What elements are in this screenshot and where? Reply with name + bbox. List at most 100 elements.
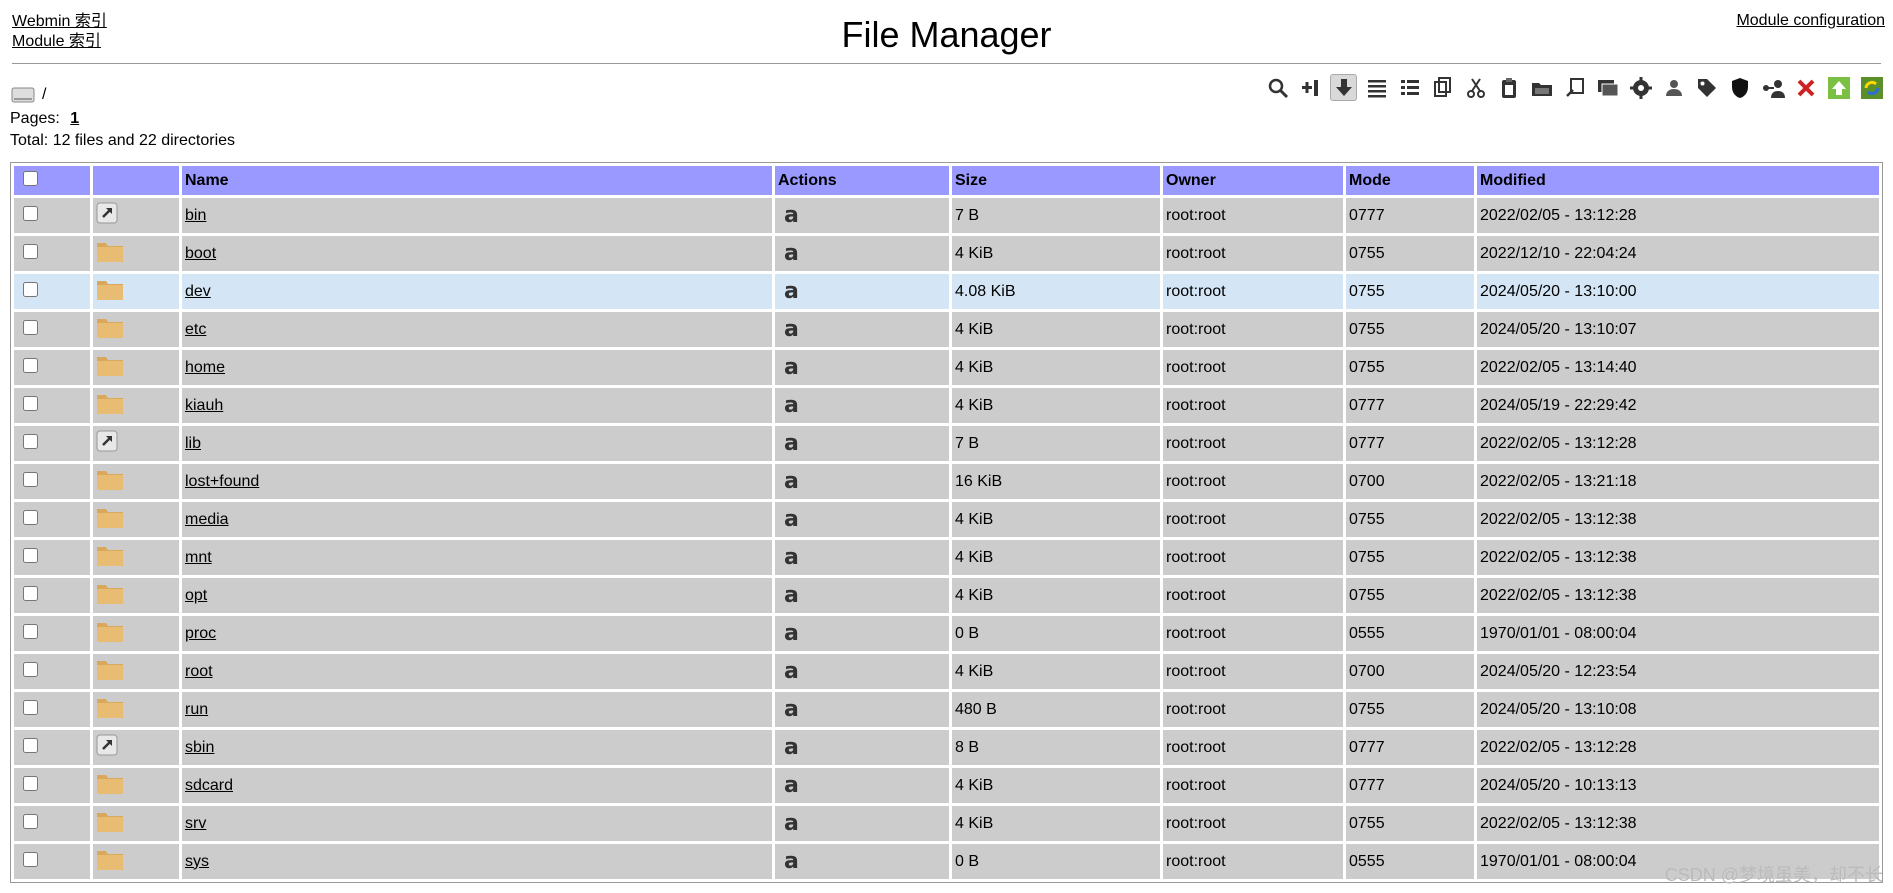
- rename-action-icon[interactable]: a: [784, 546, 799, 569]
- settings-icon[interactable]: [1627, 74, 1654, 101]
- owner-header[interactable]: Owner: [1163, 166, 1343, 195]
- terminal-icon[interactable]: [1594, 74, 1621, 101]
- symlink-icon[interactable]: [96, 202, 118, 224]
- folder-icon[interactable]: [96, 467, 124, 491]
- table-row[interactable]: etc a 4 KiB root:root 0755 2024/05/20 - 13:10…: [14, 312, 1879, 347]
- rename-action-icon[interactable]: a: [784, 508, 799, 531]
- rename-action-icon[interactable]: a: [784, 394, 799, 417]
- file-name-link[interactable]: home: [185, 359, 225, 376]
- drive-icon[interactable]: [10, 82, 36, 108]
- row-checkbox[interactable]: [23, 433, 38, 449]
- folder-icon[interactable]: [96, 505, 124, 529]
- folder-icon[interactable]: [96, 315, 124, 339]
- folder-icon[interactable]: [96, 809, 124, 833]
- table-row[interactable]: bin a 7 Broot:root 0777 2022/02/05 - 13:12:2…: [14, 198, 1879, 233]
- row-checkbox[interactable]: [23, 471, 38, 487]
- folder-icon[interactable]: [96, 277, 124, 301]
- select-all-checkbox[interactable]: [23, 170, 38, 186]
- cut-icon[interactable]: [1462, 74, 1489, 101]
- rename-action-icon[interactable]: a: [784, 242, 799, 265]
- upload-icon[interactable]: [1825, 74, 1852, 101]
- rename-action-icon[interactable]: a: [784, 470, 799, 493]
- table-row[interactable]: boot a 4 KiB root:root 0755 2022/12/10 - 22:0…: [14, 236, 1879, 271]
- row-checkbox[interactable]: [23, 205, 38, 221]
- folder-icon[interactable]: [96, 543, 124, 567]
- row-checkbox[interactable]: [23, 813, 38, 829]
- row-checkbox[interactable]: [23, 623, 38, 639]
- file-name-link[interactable]: root: [185, 663, 213, 680]
- file-name-link[interactable]: media: [185, 511, 229, 528]
- table-row[interactable]: proc a 0 Broot:root 0555 1970/01/01 - 08:00:…: [14, 616, 1879, 651]
- file-name-link[interactable]: srv: [185, 815, 206, 832]
- rename-action-icon[interactable]: a: [784, 660, 799, 683]
- tag-icon[interactable]: [1693, 74, 1720, 101]
- table-row[interactable]: sdcard a 4 KiB root:root 0777 2024/05/20 - 10…: [14, 768, 1879, 803]
- file-name-link[interactable]: proc: [185, 625, 216, 642]
- table-row[interactable]: lost+found a 16 KiB root:root 0700 2022/02/05…: [14, 464, 1879, 499]
- row-checkbox[interactable]: [23, 319, 38, 335]
- folder-icon[interactable]: [96, 619, 124, 643]
- delete-icon[interactable]: [1792, 74, 1819, 101]
- share-icon[interactable]: [1759, 74, 1786, 101]
- table-row[interactable]: dev a 4.08 KiB root:root 0755 2024/05/20 - 13…: [14, 274, 1879, 309]
- rename-action-icon[interactable]: a: [784, 584, 799, 607]
- symlink-icon[interactable]: [96, 734, 118, 756]
- rename-action-icon[interactable]: a: [784, 204, 799, 227]
- modified-header[interactable]: Modified: [1477, 166, 1879, 195]
- rename-action-icon[interactable]: a: [784, 812, 799, 835]
- folder-icon[interactable]: [96, 657, 124, 681]
- detail-list-icon[interactable]: [1396, 74, 1423, 101]
- file-name-link[interactable]: sdcard: [185, 777, 233, 794]
- table-row[interactable]: opt a 4 KiB root:root 0755 2022/02/05 - 13:12…: [14, 578, 1879, 613]
- table-row[interactable]: mnt a 4 KiB root:root 0755 2022/02/05 - 13:12…: [14, 540, 1879, 575]
- list-icon[interactable]: [1363, 74, 1390, 101]
- name-header[interactable]: Name: [182, 166, 772, 195]
- file-name-link[interactable]: opt: [185, 587, 207, 604]
- file-name-link[interactable]: sys: [185, 853, 209, 870]
- row-checkbox[interactable]: [23, 509, 38, 525]
- paste-icon[interactable]: [1495, 74, 1522, 101]
- rename-action-icon[interactable]: a: [784, 698, 799, 721]
- rename-action-icon[interactable]: a: [784, 318, 799, 341]
- row-checkbox[interactable]: [23, 851, 38, 867]
- add-bookmark-icon[interactable]: [1297, 74, 1324, 101]
- file-name-link[interactable]: sbin: [185, 739, 214, 756]
- file-name-link[interactable]: bin: [185, 207, 206, 224]
- row-checkbox[interactable]: [23, 243, 38, 259]
- folder-icon[interactable]: [96, 581, 124, 605]
- folder-icon[interactable]: [96, 239, 124, 263]
- row-checkbox[interactable]: [23, 547, 38, 563]
- rename-action-icon[interactable]: a: [784, 774, 799, 797]
- folder-icon[interactable]: [96, 847, 124, 871]
- bookmark-icon[interactable]: [1561, 74, 1588, 101]
- table-row[interactable]: sys a 0 Broot:root 0555 1970/01/01 - 08:00:0…: [14, 844, 1879, 879]
- table-row[interactable]: lib a 7 Broot:root 0777 2022/02/05 - 13:12:2…: [14, 426, 1879, 461]
- folder-icon[interactable]: [1528, 74, 1555, 101]
- row-checkbox[interactable]: [23, 357, 38, 373]
- table-row[interactable]: run a 480 Broot:root 0755 2024/05/20 - 13:10…: [14, 692, 1879, 727]
- table-row[interactable]: kiauh a 4 KiB root:root 0777 2024/05/19 - 22:…: [14, 388, 1879, 423]
- folder-icon[interactable]: [96, 391, 124, 415]
- search-icon[interactable]: [1264, 74, 1291, 101]
- file-name-link[interactable]: dev: [185, 283, 211, 300]
- row-checkbox[interactable]: [23, 775, 38, 791]
- rename-action-icon[interactable]: a: [784, 356, 799, 379]
- table-row[interactable]: root a 4 KiB root:root 0700 2024/05/20 - 12:2…: [14, 654, 1879, 689]
- rename-action-icon[interactable]: a: [784, 736, 799, 759]
- file-name-link[interactable]: run: [185, 701, 208, 718]
- row-checkbox[interactable]: [23, 661, 38, 677]
- file-name-link[interactable]: lost+found: [185, 473, 259, 490]
- rename-action-icon[interactable]: a: [784, 622, 799, 645]
- download-icon[interactable]: [1330, 74, 1357, 101]
- table-row[interactable]: home a 4 KiB root:root 0755 2022/02/05 - 13:1…: [14, 350, 1879, 385]
- shield-icon[interactable]: [1726, 74, 1753, 101]
- file-name-link[interactable]: etc: [185, 321, 206, 338]
- folder-icon[interactable]: [96, 353, 124, 377]
- folder-icon[interactable]: [96, 695, 124, 719]
- file-name-link[interactable]: kiauh: [185, 397, 223, 414]
- rename-action-icon[interactable]: a: [784, 280, 799, 303]
- page-link-1[interactable]: 1: [70, 110, 79, 127]
- row-checkbox[interactable]: [23, 585, 38, 601]
- row-checkbox[interactable]: [23, 395, 38, 411]
- row-checkbox[interactable]: [23, 737, 38, 753]
